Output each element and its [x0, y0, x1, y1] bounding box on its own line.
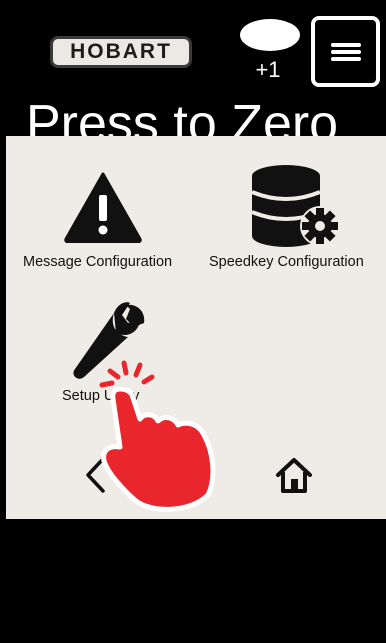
bottom-bezel	[0, 519, 386, 643]
home-icon[interactable]	[274, 456, 314, 494]
tap-hand-icon	[99, 360, 216, 512]
brand-name: HOBART	[70, 40, 172, 63]
speedkey-configuration-label: Speedkey Configuration	[209, 254, 364, 270]
menu-button[interactable]	[311, 16, 380, 87]
status-oval	[240, 19, 300, 51]
database-gear-icon	[251, 165, 340, 247]
warning-triangle-icon	[64, 172, 142, 243]
hobart-logo: HOBART	[50, 36, 192, 68]
message-configuration-label: Message Configuration	[23, 254, 173, 270]
device-screen: HOBART +1 Press to Zero Message Configur…	[0, 0, 386, 643]
counter-badge: +1	[255, 57, 281, 82]
hamburger-menu-icon	[330, 42, 361, 61]
